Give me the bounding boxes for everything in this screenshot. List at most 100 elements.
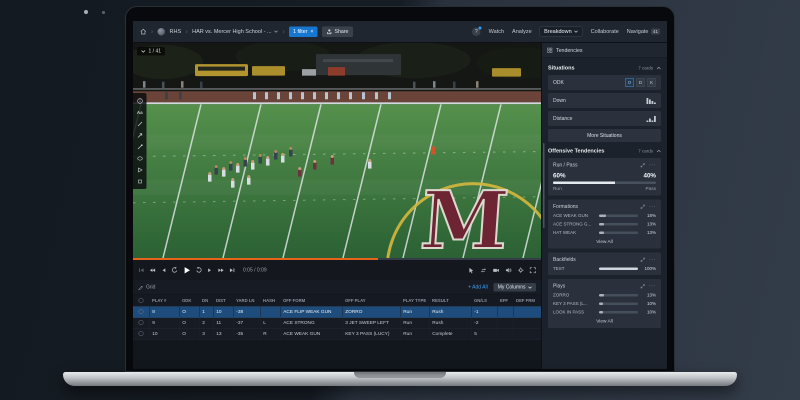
col-header[interactable]: ODK [179,295,199,306]
overflow-menu-icon[interactable]: ··· [649,257,656,263]
replay-forward-icon[interactable] [196,267,203,274]
menu-watch[interactable]: Watch [489,29,504,35]
chevron-up-icon[interactable] [657,150,662,153]
cell-eff [497,328,513,339]
seek-bar[interactable] [133,258,541,260]
cell-eff [497,317,513,328]
table-row[interactable]: 8 O 1 10 -38 ACE FLIP WEAK GUN ZORRO Run… [133,306,541,317]
menu-breakdown[interactable]: Breakdown [540,27,583,37]
col-header[interactable]: OFF FORM [280,295,342,306]
cell-odk: O [179,317,199,328]
plays-card: Plays ··· ZORRO 13% KEY 3 PASS (L... [548,279,661,328]
row-checkbox[interactable] [138,320,143,325]
filter-close-icon[interactable]: × [310,29,313,35]
share-button[interactable]: Share [322,26,353,37]
odk-toggle-o[interactable]: O [625,78,634,87]
fullscreen-icon[interactable] [530,267,537,274]
offensive-count: 7 cards [638,149,653,154]
sidebar-scrollbar[interactable] [543,143,545,228]
cursor-icon[interactable] [468,267,475,274]
menu-collaborate[interactable]: Collaborate [591,29,619,35]
overflow-menu-icon[interactable]: ··· [649,204,656,210]
settings-icon[interactable] [518,267,525,274]
help-icon[interactable]: ? [472,27,481,36]
square-tool-icon[interactable] [133,176,147,188]
cell-yardln: -37 [233,317,260,328]
clip-counter[interactable]: 1 / 41 [137,47,165,56]
my-columns-button[interactable]: My Columns [494,283,536,292]
situation-card-odk[interactable]: ODK O D K [548,75,661,90]
col-header[interactable]: DEF FRM [513,295,541,306]
add-all-button[interactable]: + Add All [468,285,488,291]
run-label: Run [553,186,562,192]
stat-bar-fill [599,302,603,305]
text-tool-icon[interactable]: Aa [133,107,147,119]
menu-analyze[interactable]: Analyze [512,29,532,35]
offensive-tendencies-header[interactable]: Offensive Tendencies 7 cards [548,148,661,154]
situation-card-distance[interactable]: Distance [548,111,661,126]
row-checkbox[interactable] [138,331,143,336]
cell-eff [497,306,513,317]
home-icon[interactable] [140,28,147,35]
table-row[interactable]: 10 O 3 13 -35 R ACE WEAK GUN KEY 3 PASS … [133,328,541,339]
replay-back-icon[interactable] [171,267,178,274]
col-header[interactable]: PLAY # [149,295,179,306]
stat-row: KEY 3 PASS (L... 10% [553,301,656,306]
ellipse-tool-icon[interactable] [133,153,147,165]
play-tool-icon[interactable] [133,164,147,176]
odk-toggle-k[interactable]: K [647,78,656,87]
col-header[interactable]: YARD LN [233,295,260,306]
video-canvas[interactable]: M [133,43,541,258]
more-situations-button[interactable]: More Situations [548,129,661,142]
menu-navigate[interactable]: Navigate 41 [627,29,660,35]
next-clip-icon[interactable] [229,267,236,274]
previous-clip-icon[interactable] [138,267,145,274]
select-all-checkbox[interactable] [139,298,144,303]
step-back-icon[interactable] [161,267,167,274]
col-header[interactable]: GN/LS [471,295,497,306]
breadcrumb-separator: › [186,28,188,35]
fast-forward-icon[interactable] [218,267,225,274]
overflow-menu-icon[interactable]: ··· [649,283,656,289]
situation-card-down[interactable]: Down [548,93,661,108]
breadcrumb-team[interactable]: RHS [170,29,182,35]
row-checkbox[interactable] [138,309,143,314]
view-all-link[interactable]: View All [553,239,656,245]
situations-header[interactable]: Situations 7 cards [548,65,661,71]
arrow-tool-icon[interactable] [133,130,147,142]
chevron-up-icon[interactable] [657,67,662,70]
expand-icon[interactable] [641,284,646,289]
cell-offform: ACE WEAK GUN [280,328,342,339]
run-pass-bar [553,182,656,185]
expand-icon[interactable] [641,163,646,168]
col-header[interactable]: OFF PLAY [342,295,400,306]
col-header[interactable]: DN [199,295,213,306]
col-header[interactable]: PLAY TYPE [400,295,429,306]
odk-toggle-d[interactable]: D [636,78,645,87]
loop-icon[interactable] [480,267,487,274]
play-icon[interactable] [183,266,192,275]
camera-icon[interactable] [493,267,500,274]
grid-name[interactable]: Grid [138,285,155,291]
overflow-menu-icon[interactable]: ··· [649,162,656,168]
step-forward-icon[interactable] [207,267,213,274]
connector-tool-icon[interactable] [133,141,147,153]
run-pass-title: Run / Pass [553,162,577,168]
col-header[interactable]: DIST [213,295,233,306]
col-header[interactable]: HASH [260,295,280,306]
view-all-link[interactable]: View All [553,319,656,325]
stat-pct: 13% [641,222,656,227]
tendencies-sidebar: Tendencies Situations 7 cards ODK O D K [541,43,667,369]
expand-icon[interactable] [641,204,646,209]
volume-icon[interactable] [505,267,512,274]
info-icon[interactable] [133,95,147,107]
col-header[interactable]: EFF [497,295,513,306]
menu-breakdown-label: Breakdown [544,29,572,35]
expand-icon[interactable] [641,257,646,262]
video-title-dropdown[interactable]: HAR vs. Mercer High School - ... [192,29,278,35]
rewind-icon[interactable] [149,267,156,274]
col-header[interactable]: RESULT [429,295,471,306]
line-tool-icon[interactable] [133,118,147,130]
table-row[interactable]: 9 O 2 11 -37 L ACE STRONG 3 JET SWEEP LE… [133,317,541,328]
filter-pill[interactable]: 1 filter × [289,26,317,37]
